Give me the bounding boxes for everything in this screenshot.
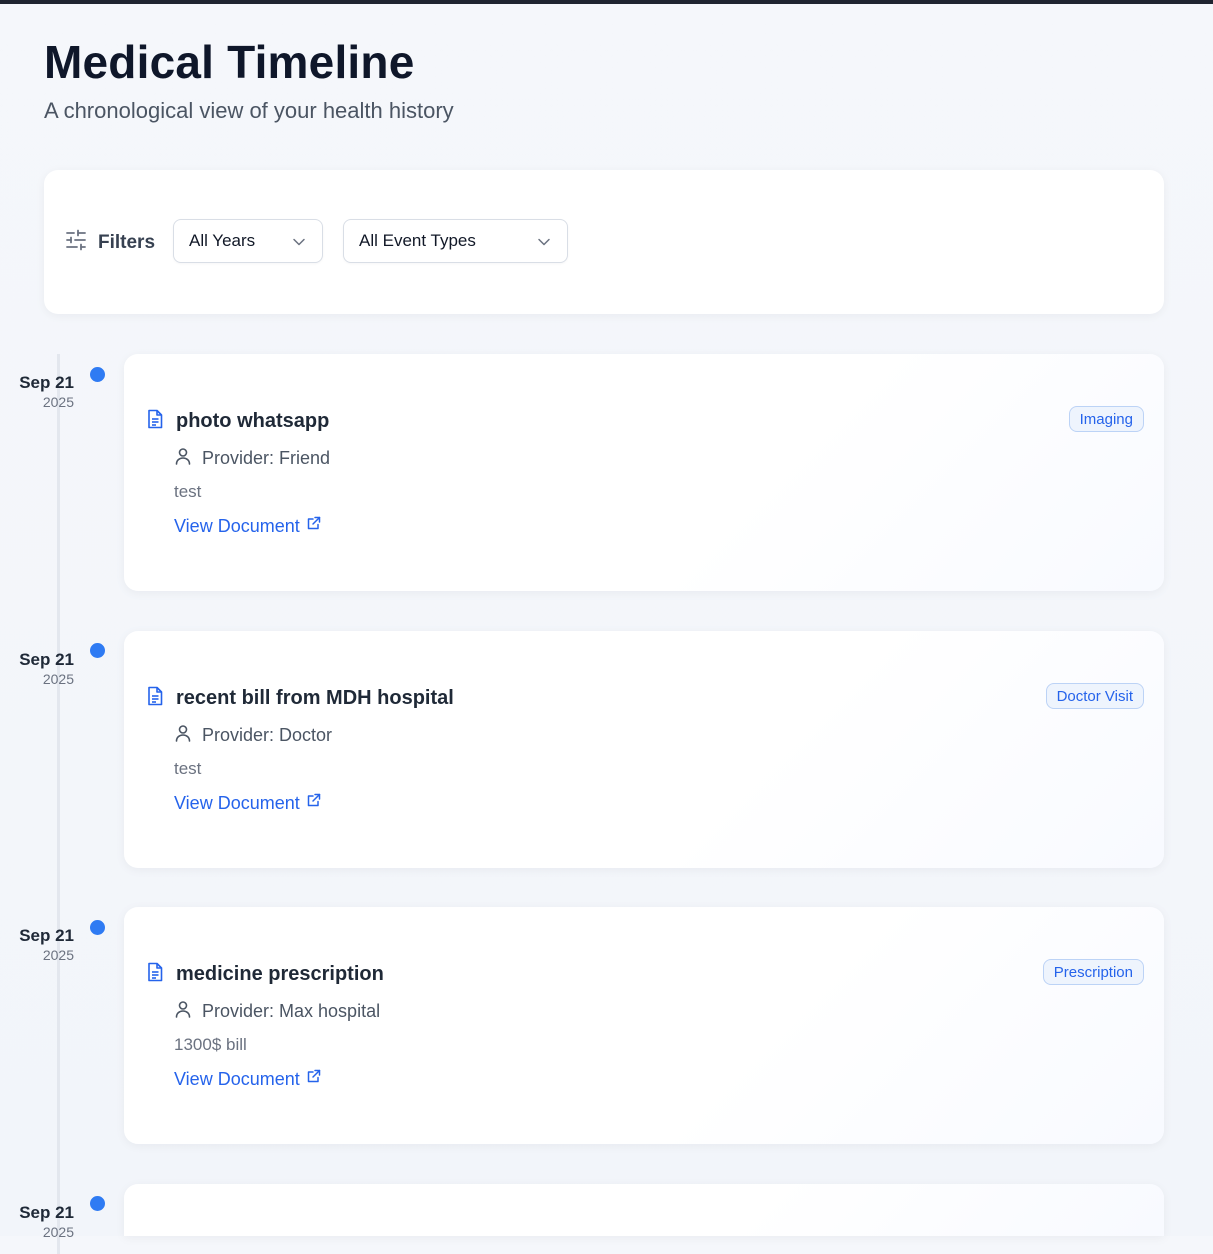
- event-provider-text: Provider: Friend: [202, 448, 331, 468]
- year-filter-select[interactable]: All Years: [173, 219, 323, 263]
- event-date: Sep 21 2025: [0, 1203, 74, 1241]
- event-type-filter-value: All Event Types: [359, 231, 476, 250]
- year-filter-value: All Years: [189, 231, 256, 250]
- view-document-link[interactable]: View Document: [174, 793, 321, 814]
- event-title-row: recent bill from MDH hospital: [146, 686, 454, 711]
- view-document-link[interactable]: View Document: [174, 516, 321, 537]
- user-icon: [174, 447, 192, 470]
- external-link-icon: [306, 515, 321, 536]
- chevron-down-icon: [537, 234, 551, 254]
- document-icon: [146, 962, 164, 987]
- external-link-icon: [306, 1068, 321, 1089]
- timeline-dot: [90, 920, 105, 935]
- event-provider: Provider: Friend: [174, 447, 330, 470]
- event-type-badge: Prescription: [1042, 959, 1144, 985]
- filters-heading: Filters: [64, 228, 155, 257]
- event-date-year: 2025: [42, 1224, 74, 1240]
- event-provider: Provider: Max hospital: [174, 1000, 380, 1023]
- event-date-year: 2025: [42, 947, 74, 963]
- event-date: Sep 21 2025: [0, 926, 74, 964]
- event-type-badge: Doctor Visit: [1045, 683, 1144, 709]
- sliders-icon: [64, 228, 88, 257]
- event-date-day: Sep 21: [19, 1203, 74, 1222]
- event-provider: Provider: Doctor: [174, 724, 332, 747]
- event-title-row: medicine prescription: [146, 962, 384, 987]
- event-date: Sep 21 2025: [0, 373, 74, 411]
- external-link-icon: [306, 792, 321, 813]
- page-title: Medical Timeline: [44, 36, 415, 88]
- user-icon: [174, 1000, 192, 1023]
- page-subtitle: A chronological view of your health hist…: [44, 98, 454, 123]
- event-title: photo whatsapp: [176, 410, 330, 432]
- event-card[interactable]: [124, 1184, 1164, 1236]
- user-icon: [174, 724, 192, 747]
- document-icon: [146, 686, 164, 711]
- event-date: Sep 21 2025: [0, 650, 74, 688]
- event-card[interactable]: medicine prescription Prescription Provi…: [124, 907, 1164, 1144]
- timeline-dot: [90, 367, 105, 382]
- event-title-row: photo whatsapp: [146, 409, 329, 434]
- event-note: test: [174, 759, 202, 778]
- timeline-dot: [90, 643, 105, 658]
- event-provider-text: Provider: Doctor: [202, 725, 333, 745]
- view-document-label: View Document: [174, 516, 300, 536]
- view-document-label: View Document: [174, 793, 300, 813]
- event-title: recent bill from MDH hospital: [176, 687, 454, 709]
- page-header: Medical Timeline A chronological view of…: [44, 34, 454, 124]
- event-type-filter-select[interactable]: All Event Types: [343, 219, 568, 263]
- event-date-day: Sep 21: [19, 373, 74, 392]
- event-card[interactable]: photo whatsapp Imaging Provider: Friend …: [124, 354, 1164, 591]
- event-provider-text: Provider: Max hospital: [202, 1001, 381, 1021]
- event-type-badge: Imaging: [1068, 406, 1144, 432]
- event-date-year: 2025: [42, 671, 74, 687]
- filters-card: Filters All Years All Event Types: [44, 170, 1164, 314]
- document-icon: [146, 409, 164, 434]
- event-date-day: Sep 21: [19, 926, 74, 945]
- event-note: test: [174, 482, 202, 501]
- view-document-link[interactable]: View Document: [174, 1069, 321, 1090]
- view-document-label: View Document: [174, 1069, 300, 1089]
- event-date-day: Sep 21: [19, 650, 74, 669]
- filters-label: Filters: [98, 231, 156, 253]
- event-date-year: 2025: [42, 394, 74, 410]
- timeline-line: [57, 354, 60, 1254]
- event-note: 1300$ bill: [174, 1035, 247, 1054]
- event-card[interactable]: recent bill from MDH hospital Doctor Vis…: [124, 631, 1164, 868]
- event-title: medicine prescription: [176, 963, 384, 985]
- top-bar: [0, 0, 1213, 4]
- timeline-dot: [90, 1196, 105, 1211]
- chevron-down-icon: [292, 234, 306, 254]
